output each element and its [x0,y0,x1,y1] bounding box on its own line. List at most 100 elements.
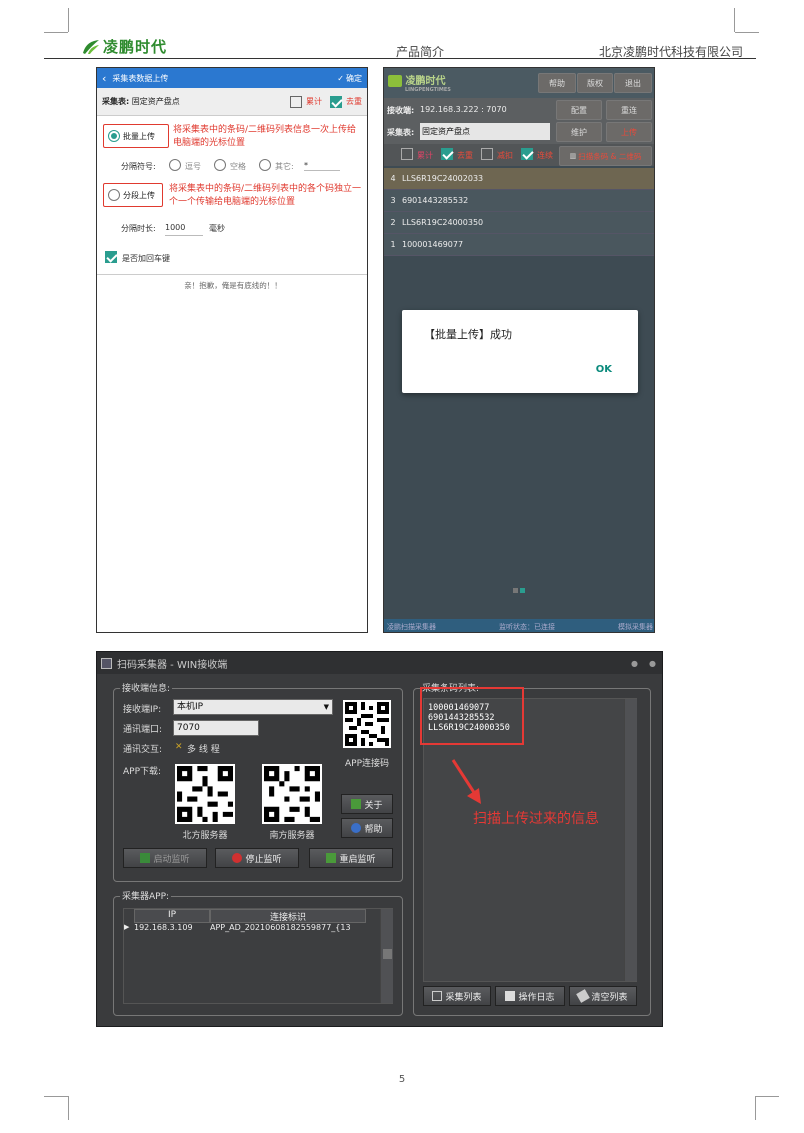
table-row[interactable]: ▶ 192.168.3.109 APP_AD_20210608182559877… [124,923,368,937]
item-code: 6901443285532 [402,196,469,205]
dedupe-label: 去重 [346,97,362,106]
check-icon: ✓ [337,73,344,83]
accumulate-checkbox[interactable] [401,148,413,160]
status-left: 凌鹏扫描采集器 [387,622,436,631]
separator-label: 分隔符号: [121,162,156,171]
crop-mark [44,1096,68,1097]
copyright-button[interactable]: 版权 [577,73,613,93]
exit-button[interactable]: 退出 [614,73,652,93]
win-receiver-window: 扫码采集器 - WIN接收端 ● ● 接收端信息: 接收端IP: 本机IP ▼ … [96,651,663,1027]
interval-unit: 毫秒 [209,224,225,233]
back-icon[interactable]: ‹ [102,72,106,85]
success-dialog: 【批量上传】成功 OK [402,310,638,393]
confirm-label: 确定 [346,73,362,83]
divider [97,274,367,275]
accumulate-checkbox[interactable] [290,95,302,108]
sep-other-radio[interactable] [259,159,271,171]
maintain-button[interactable]: 维护 [556,122,602,142]
add-enter-checkbox[interactable] [105,251,117,263]
config-button[interactable]: 配置 [556,100,602,120]
close-icon[interactable]: ● [649,659,656,668]
screen-title: 采集表数据上传 [112,73,169,83]
mode-label: 通讯交互: [123,745,163,755]
operation-log-button[interactable]: 操作日志 [495,986,565,1006]
table-name: 固定资产盘点 [420,123,550,140]
phone-upload-settings: ‹ 采集表数据上传 ✓ 确定 采集表: 固定资产盘点 累计 去重 批量上传 将采… [96,67,368,633]
step-upload-radio[interactable]: 分段上传 [103,183,163,207]
sep-other-input[interactable]: * [304,161,340,171]
item-index: 3 [390,196,396,205]
mode-checkbox-icon[interactable]: ✕ [175,742,183,752]
annotation-text: 扫描上传过来的信息 [473,811,599,827]
ip-select[interactable]: 本机IP ▼ [173,699,333,715]
item-index: 2 [390,218,396,227]
list-item[interactable]: 3 6901443285532 [384,190,654,212]
sep-space-radio[interactable] [214,159,226,171]
table-label: 采集表: [387,128,415,137]
minimize-icon[interactable]: ● [631,659,638,668]
clear-list-button[interactable]: 清空列表 [569,986,637,1006]
scan-button[interactable]: ▥ 扫描条码 & 二维码 [559,146,652,166]
table-scrollbar[interactable] [380,909,393,1003]
leaf-logo-icon [388,75,402,87]
window-title-bar: 扫码采集器 - WIN接收端 ● ● [97,652,662,674]
stop-listen-button[interactable]: 停止监听 [215,848,299,868]
batch-upload-radio[interactable]: 批量上传 [103,124,169,148]
about-button[interactable]: 关于 [341,794,393,814]
ip-select-value: 本机IP [177,702,204,712]
decrease-checkbox[interactable] [481,148,493,160]
north-server-qr [175,764,235,824]
table-name: 固定资产盘点 [131,97,180,106]
phone-scanner-app: 凌鹏时代 LINGPENGTIMES 帮助 版权 退出 接收端: 192.168… [383,67,655,633]
port-input[interactable]: 7070 [173,720,259,736]
add-enter-label: 是否加回车键 [122,254,170,263]
crop-mark [755,1096,756,1120]
radio-unselected-icon [108,189,120,201]
receiver-group-title: 接收端信息: [120,681,173,694]
table-label: 采集表: [102,97,130,106]
dedupe-checkbox[interactable] [330,95,342,108]
dialog-message: 【批量上传】成功 [424,328,512,341]
header-divider [44,58,756,59]
status-mid: 监听状态：已连接 [499,622,555,631]
help-button[interactable]: 帮助 [341,818,393,838]
list-item[interactable]: 1 100001469077 [384,234,654,256]
help-button[interactable]: 帮助 [538,73,576,93]
ip-label: 接收端IP: [123,705,162,715]
sep-comma-radio[interactable] [169,159,181,171]
south-server-qr [262,764,322,824]
collect-list-button[interactable]: 采集列表 [423,986,491,1006]
clear-list-label: 清空列表 [591,992,628,1003]
batch-upload-label: 批量上传 [123,131,155,141]
dialog-ok-button[interactable]: OK [596,364,612,375]
list-item[interactable]: 2 LLS6R19C24000350 [384,212,654,234]
status-right: 模拟采集器 [618,622,653,631]
continuous-checkbox[interactable] [521,148,533,160]
crop-mark [44,32,68,33]
upload-button[interactable]: 上传 [606,122,652,142]
item-index: 1 [390,240,396,249]
chevron-down-icon: ▼ [323,703,329,711]
app-group-title: 采集器APP: [120,889,172,902]
row-id: APP_AD_20210608182559877_{13 [210,923,351,932]
app-connect-caption: APP连接码 [344,759,389,769]
radio-selected-icon [108,130,120,142]
interval-input[interactable]: 1000 [165,223,203,236]
phone-title-bar: ‹ 采集表数据上传 ✓ 确定 [97,68,367,88]
code-list-scrollbar[interactable] [624,699,637,981]
batch-upload-note: 将采集表中的条码/二维码列表信息一次上传给电脑端的光标位置 [173,125,357,148]
decrease-label: 减扣 [497,151,513,160]
restart-listen-button[interactable]: 重启监听 [309,848,393,868]
help-icon [351,823,362,833]
logo-text: 凌鹏时代 [103,38,168,56]
continuous-label: 连续 [537,151,553,160]
crop-mark [755,1096,779,1097]
stop-listen-label: 停止监听 [245,854,282,865]
start-listen-button[interactable]: 启动监听 [123,848,207,868]
reconnect-button[interactable]: 重连 [606,100,652,120]
restart-icon [326,853,337,863]
dedupe-checkbox[interactable] [441,148,453,160]
window-title: 扫码采集器 - WIN接收端 [117,659,228,671]
confirm-button[interactable]: ✓ 确定 [337,73,362,84]
list-item[interactable]: 4 LLS6R19C24002033 [384,168,654,190]
